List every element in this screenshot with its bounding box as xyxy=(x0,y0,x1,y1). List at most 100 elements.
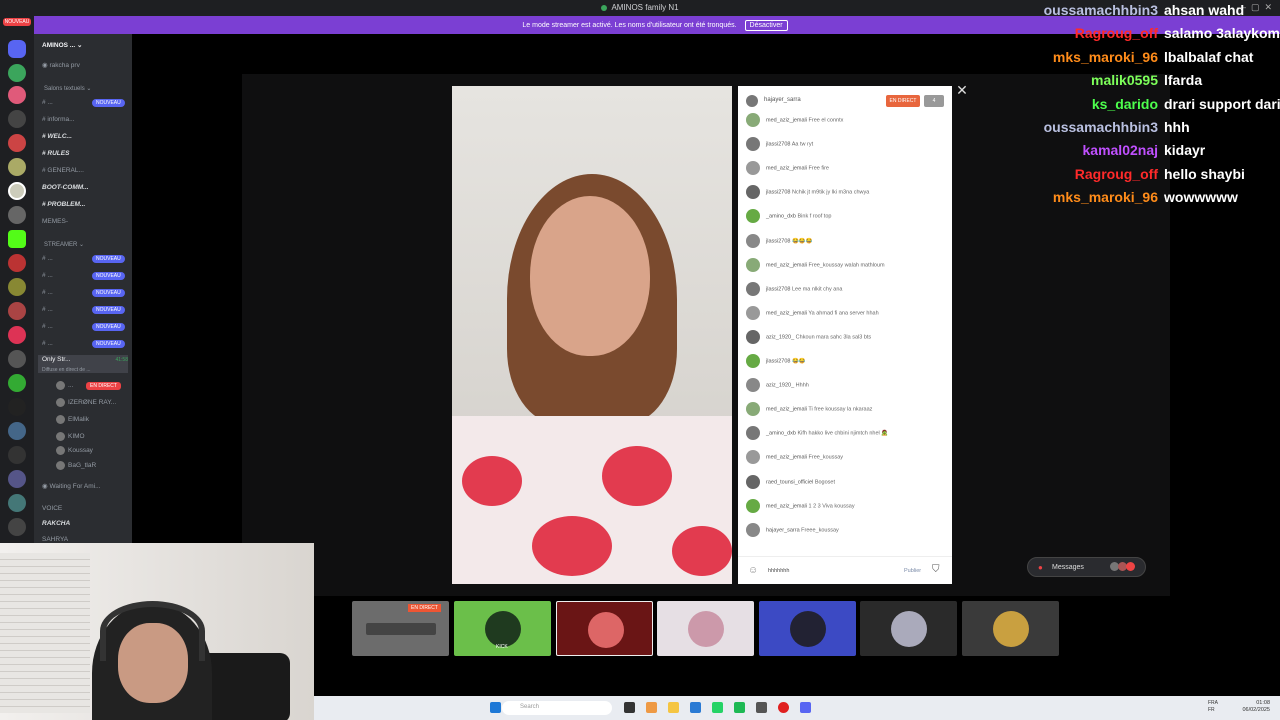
taskbar-search[interactable]: Search xyxy=(502,701,612,715)
windows-start-icon[interactable] xyxy=(490,702,501,713)
stream-thumbnail[interactable] xyxy=(657,601,754,656)
streamer-channel[interactable]: # ... NOUVEAU xyxy=(42,270,128,282)
chat-username[interactable]: hajayer_sarra xyxy=(766,527,800,533)
server-icon[interactable] xyxy=(8,302,26,320)
chat-username[interactable]: _amino_dxb xyxy=(766,431,796,437)
streamer-channel[interactable]: # ... NOUVEAU xyxy=(42,287,128,299)
app-icon[interactable] xyxy=(690,702,701,713)
text-channel[interactable]: BOOT-COMM... xyxy=(42,182,128,194)
streamer-channel[interactable]: # ... NOUVEAU xyxy=(42,321,128,333)
server-icon[interactable] xyxy=(8,398,26,416)
voice-user[interactable]: BaG_tlaR xyxy=(56,460,128,472)
folder-icon[interactable] xyxy=(668,702,679,713)
app-icon[interactable] xyxy=(734,702,745,713)
server-icon[interactable] xyxy=(8,374,26,392)
stream-thumbnail[interactable] xyxy=(860,601,957,656)
voice-user[interactable]: IZERØNE RAY... xyxy=(56,397,128,409)
server-icon[interactable] xyxy=(8,518,26,536)
server-icon[interactable] xyxy=(8,86,26,104)
server-icon[interactable] xyxy=(8,64,26,82)
chat-avatar[interactable] xyxy=(746,329,760,344)
chat-avatar[interactable] xyxy=(746,161,760,176)
text-channel[interactable]: # RULES xyxy=(42,148,128,160)
chat-username[interactable]: med_aziz_jemali xyxy=(766,166,807,172)
messages-button[interactable]: ● Messages xyxy=(1027,557,1146,577)
publish-button[interactable]: Publier xyxy=(904,568,921,574)
text-channel[interactable]: # GENERAL... xyxy=(42,165,128,177)
text-channel[interactable]: MEMES- xyxy=(42,216,128,228)
chat-avatar[interactable] xyxy=(746,498,760,513)
chat-avatar[interactable] xyxy=(746,113,760,127)
chat-avatar[interactable] xyxy=(746,305,760,320)
discord-icon[interactable] xyxy=(800,702,811,713)
whatsapp-icon[interactable] xyxy=(712,702,723,713)
disable-streamer-mode-button[interactable]: Désactiver xyxy=(744,20,788,31)
discord-home-icon[interactable] xyxy=(8,40,26,58)
stream-thumbnail[interactable] xyxy=(556,601,653,656)
text-channel[interactable]: # WELC... xyxy=(42,131,128,143)
server-name[interactable]: AMINOS ... ⌄ xyxy=(42,40,128,52)
chat-username[interactable]: med_aziz_jemali xyxy=(766,407,807,413)
chat-username[interactable]: med_aziz_jemali xyxy=(766,503,807,509)
filter-icon[interactable]: ⛉ xyxy=(932,564,940,575)
server-icon[interactable] xyxy=(8,278,26,296)
streamer-channel[interactable]: # ... NOUVEAU xyxy=(42,304,128,316)
category-voice[interactable]: VOICE xyxy=(42,503,128,515)
voice-user[interactable]: ... EN DIRECT xyxy=(56,380,128,392)
chat-avatar[interactable] xyxy=(746,474,760,489)
chat-input[interactable]: hhhhhhh xyxy=(768,568,789,574)
chat-avatar[interactable] xyxy=(746,354,760,368)
server-icon[interactable] xyxy=(8,470,26,488)
chat-username[interactable]: jlassi2708 xyxy=(766,190,790,196)
chat-username[interactable]: jlassi2708 xyxy=(766,238,790,244)
server-icon[interactable] xyxy=(8,494,26,512)
chat-avatar[interactable] xyxy=(746,522,760,537)
chat-username[interactable]: _amino_dxb xyxy=(766,214,796,220)
chat-username[interactable]: raed_tounsi_officiel xyxy=(766,479,813,485)
language-indicator[interactable]: FRA FR xyxy=(1208,700,1218,714)
streamer-channel[interactable]: # ... NOUVEAU xyxy=(42,253,128,265)
chat-avatar[interactable] xyxy=(746,426,760,441)
streamer-channel[interactable]: # ... NOUVEAU xyxy=(42,338,128,350)
opera-icon[interactable] xyxy=(778,702,789,713)
voice-channel-active[interactable]: Only Str... 41:58 Diffuse en direct de .… xyxy=(38,355,128,373)
chat-username[interactable]: jlassi2708 xyxy=(766,286,790,292)
category-text-channels[interactable]: Salons textuels ⌄ xyxy=(44,85,91,92)
chat-avatar[interactable] xyxy=(746,209,760,224)
app-icon[interactable] xyxy=(624,702,635,713)
stream-thumbnail[interactable] xyxy=(962,601,1059,656)
kick-server-icon[interactable] xyxy=(8,230,26,248)
chat-username[interactable]: med_aziz_jemali xyxy=(766,310,807,316)
server-icon[interactable] xyxy=(8,182,26,200)
chat-avatar[interactable] xyxy=(746,281,760,296)
chat-avatar[interactable] xyxy=(746,402,760,417)
category-streamer[interactable]: STREAMER ⌄ xyxy=(44,241,84,248)
chat-avatar[interactable] xyxy=(746,378,760,393)
chat-avatar[interactable] xyxy=(746,450,760,465)
chat-avatar[interactable] xyxy=(746,137,760,152)
server-icon[interactable] xyxy=(8,134,26,152)
chat-username[interactable]: aziz_1920_ xyxy=(766,383,794,389)
text-channel[interactable]: # PROBLEM... xyxy=(42,199,128,211)
chat-avatar[interactable] xyxy=(746,257,760,272)
chrome-icon[interactable] xyxy=(646,702,657,713)
chat-username[interactable]: med_aziz_jemali xyxy=(766,262,807,268)
chat-avatar[interactable] xyxy=(746,185,760,200)
voice-user[interactable]: KIMO xyxy=(56,431,128,443)
server-icon[interactable] xyxy=(8,206,26,224)
chat-username[interactable]: jlassi2708 xyxy=(766,142,790,148)
stream-thumbnail[interactable]: KICK xyxy=(454,601,551,656)
server-icon[interactable] xyxy=(8,110,26,128)
stream-thumbnail[interactable]: EN DIRECT xyxy=(352,601,449,656)
close-icon[interactable]: ✕ xyxy=(955,82,969,98)
server-icon[interactable] xyxy=(8,422,26,440)
chat-username[interactable]: med_aziz_jemali xyxy=(766,117,807,123)
server-icon[interactable] xyxy=(8,326,26,344)
chat-username[interactable]: aziz_1920_ xyxy=(766,334,794,340)
chat-username[interactable]: jlassi2708 xyxy=(766,358,790,364)
voice-user[interactable]: Koussay xyxy=(56,445,128,457)
voice-user[interactable]: ElMalik xyxy=(56,414,128,426)
stream-thumbnail[interactable] xyxy=(759,601,856,656)
server-icon[interactable] xyxy=(8,158,26,176)
stream-video[interactable] xyxy=(452,86,732,584)
